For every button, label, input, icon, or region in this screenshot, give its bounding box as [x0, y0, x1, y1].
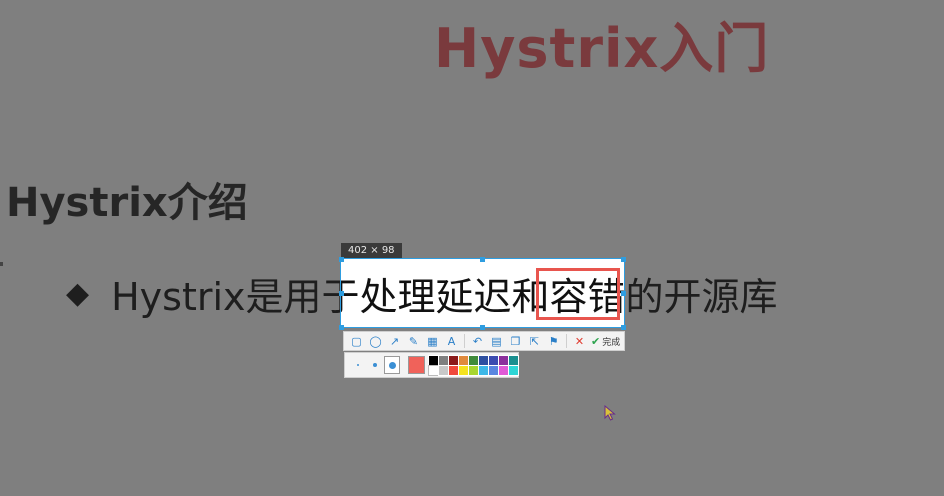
resize-handle-bottom[interactable]: [480, 325, 485, 330]
resize-handle-bottom-right[interactable]: [621, 325, 626, 330]
current-color-swatch[interactable]: [407, 356, 425, 374]
arrow-tool-icon[interactable]: ↗: [385, 332, 404, 350]
pen-tool-icon[interactable]: ✎: [404, 332, 423, 350]
rectangle-annotation[interactable]: [536, 268, 620, 320]
copy-icon[interactable]: ❐: [506, 332, 525, 350]
diamond-bullet-icon: ◆: [66, 276, 90, 311]
undo-icon[interactable]: ↶: [468, 332, 487, 350]
brush-size-small[interactable]: [350, 356, 365, 374]
done-button[interactable]: ✔ 完成: [589, 332, 622, 350]
ellipse-tool-icon[interactable]: ◯: [366, 332, 385, 350]
text-tool-icon[interactable]: A: [442, 332, 461, 350]
cancel-icon[interactable]: ✕: [570, 332, 589, 350]
check-icon: ✔: [591, 334, 601, 348]
color-swatch[interactable]: [507, 365, 519, 376]
rectangle-tool-icon[interactable]: ▢: [347, 332, 366, 350]
brush-size-medium[interactable]: [367, 356, 382, 374]
slide-title: Hystrix入门: [434, 17, 770, 80]
resize-handle-left[interactable]: [339, 291, 344, 296]
color-palette: [427, 355, 519, 376]
edge-mark: [0, 262, 3, 266]
mouse-cursor-icon: [604, 405, 616, 421]
section-heading: Hystrix介绍: [6, 180, 248, 226]
pin-icon[interactable]: ⚑: [544, 332, 563, 350]
resize-handle-bottom-left[interactable]: [339, 325, 344, 330]
toolbar-divider: [566, 334, 567, 348]
share-icon[interactable]: ⇱: [525, 332, 544, 350]
capture-toolbar: ▢ ◯ ↗ ✎ ▦ A ↶ ▤ ❐ ⇱ ⚑ ✕ ✔ 完成: [343, 331, 625, 351]
style-panel: [344, 352, 519, 378]
mosaic-tool-icon[interactable]: ▦: [423, 332, 442, 350]
toolbar-divider: [464, 334, 465, 348]
done-label: 完成: [602, 337, 621, 348]
save-icon[interactable]: ▤: [487, 332, 506, 350]
brush-size-large[interactable]: [384, 356, 400, 374]
resize-handle-right[interactable]: [621, 291, 626, 296]
resize-handle-top-left[interactable]: [339, 257, 344, 262]
resize-handle-top-right[interactable]: [621, 257, 626, 262]
capture-size-badge: 402 × 98: [341, 243, 402, 258]
resize-handle-top[interactable]: [480, 257, 485, 262]
